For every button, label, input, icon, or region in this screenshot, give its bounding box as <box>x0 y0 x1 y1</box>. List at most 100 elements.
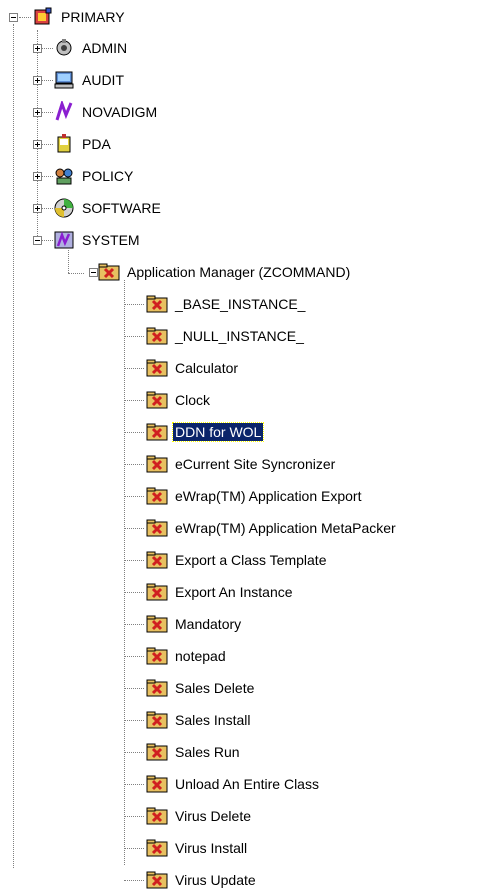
expand-toggle[interactable] <box>33 140 42 149</box>
tree-line <box>13 24 14 868</box>
tree-node-label: NOVADIGM <box>82 104 158 120</box>
tree-node-software[interactable]: SOFTWARE <box>53 192 163 224</box>
tree-node-label: AUDIT <box>82 72 124 88</box>
tree-node-instance[interactable]: Export a Class Template <box>146 544 328 576</box>
tree-node-label: POLICY <box>82 168 134 184</box>
instance-folder-icon <box>146 741 168 763</box>
expand-toggle[interactable] <box>33 108 42 117</box>
tree-line <box>124 784 144 785</box>
tree-node-label: Sales Delete <box>175 680 255 696</box>
tree-line <box>124 528 144 529</box>
tree-node-label: Export An Instance <box>175 584 293 600</box>
tree-node-policy[interactable]: POLICY <box>53 160 135 192</box>
tree-node-label: PRIMARY <box>61 9 125 25</box>
tree-node-pda[interactable]: PDA <box>53 128 113 160</box>
policy-icon <box>53 165 75 187</box>
tree-node-label: SYSTEM <box>82 232 140 248</box>
system-icon <box>53 229 75 251</box>
expand-toggle[interactable] <box>33 76 42 85</box>
tree-node-instance[interactable]: Sales Delete <box>146 672 256 704</box>
tree-node-label: Virus Delete <box>175 808 252 824</box>
novadigm-logo-icon <box>53 101 75 123</box>
tree-node-novadigm[interactable]: NOVADIGM <box>53 96 159 128</box>
tree-node-instance[interactable]: Calculator <box>146 352 240 384</box>
tree-node-application-manager[interactable]: Application Manager (ZCOMMAND) <box>98 256 352 288</box>
tree-node-instance[interactable]: eCurrent Site Syncronizer <box>146 448 337 480</box>
instance-folder-icon <box>146 517 168 539</box>
tree-node-instance[interactable]: _NULL_INSTANCE_ <box>146 320 306 352</box>
tree-line <box>124 656 144 657</box>
tree-node-label: SOFTWARE <box>82 200 161 216</box>
tree-node-label: _NULL_INSTANCE_ <box>175 328 304 344</box>
tree-line <box>124 560 144 561</box>
tree-node-label: notepad <box>175 648 226 664</box>
tree-node-instance[interactable]: DDN for WOL <box>146 416 265 448</box>
tree-line <box>124 720 144 721</box>
tree-line <box>68 273 84 274</box>
tree-node-label: PDA <box>82 136 111 152</box>
tree-node-instance[interactable]: Clock <box>146 384 212 416</box>
expand-toggle[interactable] <box>33 44 42 53</box>
instance-folder-icon <box>146 677 168 699</box>
instance-folder-icon <box>146 549 168 571</box>
instance-folder-icon <box>146 645 168 667</box>
tree-node-label: eCurrent Site Syncronizer <box>175 456 336 472</box>
tree-line <box>124 752 144 753</box>
tree-node-label: Unload An Entire Class <box>175 776 319 792</box>
tree-node-instance[interactable]: Mandatory <box>146 608 243 640</box>
tree-node-label: DDN for WOL <box>171 422 265 442</box>
pda-icon <box>53 133 75 155</box>
tree-node-primary[interactable]: PRIMARY <box>32 1 127 33</box>
tree-node-label: _BASE_INSTANCE_ <box>175 296 306 312</box>
tree-node-instance[interactable]: Sales Install <box>146 704 252 736</box>
tree-node-label: Virus Update <box>175 872 256 888</box>
tree-line <box>124 816 144 817</box>
class-tree: PRIMARY ADMIN AUDIT NOVADIGM PDA POLICY … <box>0 0 482 889</box>
collapse-toggle[interactable] <box>9 13 18 22</box>
tree-node-label: Virus Install <box>175 840 248 856</box>
tree-line <box>124 496 144 497</box>
admin-icon <box>53 37 75 59</box>
tree-node-label: Export a Class Template <box>175 552 327 568</box>
instance-folder-icon <box>146 421 168 443</box>
tree-node-label: Application Manager (ZCOMMAND) <box>127 264 351 280</box>
tree-node-instance[interactable]: eWrap(TM) Application Export <box>146 480 363 512</box>
tree-node-instance[interactable]: Sales Run <box>146 736 242 768</box>
tree-line <box>19 17 31 18</box>
instance-folder-icon <box>146 485 168 507</box>
instance-folder-icon <box>146 869 168 891</box>
tree-node-instance[interactable]: eWrap(TM) Application MetaPacker <box>146 512 398 544</box>
tree-node-instance[interactable]: Virus Delete <box>146 800 253 832</box>
collapse-toggle[interactable] <box>33 236 42 245</box>
tree-line <box>124 400 144 401</box>
tree-node-label: Sales Install <box>175 712 251 728</box>
instance-folder-icon <box>146 293 168 315</box>
instance-folder-icon <box>146 773 168 795</box>
tree-node-instance[interactable]: notepad <box>146 640 228 672</box>
tree-node-label: Sales Run <box>175 744 240 760</box>
expand-toggle[interactable] <box>33 204 42 213</box>
tree-node-instance[interactable]: Virus Update <box>146 864 258 896</box>
tree-node-label: eWrap(TM) Application Export <box>175 488 362 504</box>
tree-node-label: Clock <box>175 392 211 408</box>
tree-node-instance[interactable]: Virus Install <box>146 832 249 864</box>
tree-node-system[interactable]: SYSTEM <box>53 224 142 256</box>
instance-folder-icon <box>146 389 168 411</box>
tree-node-instance[interactable]: Export An Instance <box>146 576 295 608</box>
instance-folder-icon <box>146 357 168 379</box>
tree-node-admin[interactable]: ADMIN <box>53 32 129 64</box>
collapse-toggle[interactable] <box>89 268 98 277</box>
instance-folder-icon <box>146 581 168 603</box>
tree-line <box>124 880 144 881</box>
tree-line <box>124 464 144 465</box>
tree-node-instance[interactable]: _BASE_INSTANCE_ <box>146 288 307 320</box>
instance-folder-icon <box>146 837 168 859</box>
tree-line <box>124 688 144 689</box>
tree-line <box>124 848 144 849</box>
software-disc-icon <box>53 197 75 219</box>
tree-node-instance[interactable]: Unload An Entire Class <box>146 768 321 800</box>
tree-line <box>124 336 144 337</box>
expand-toggle[interactable] <box>33 172 42 181</box>
instance-folder-icon <box>146 805 168 827</box>
tree-node-audit[interactable]: AUDIT <box>53 64 126 96</box>
